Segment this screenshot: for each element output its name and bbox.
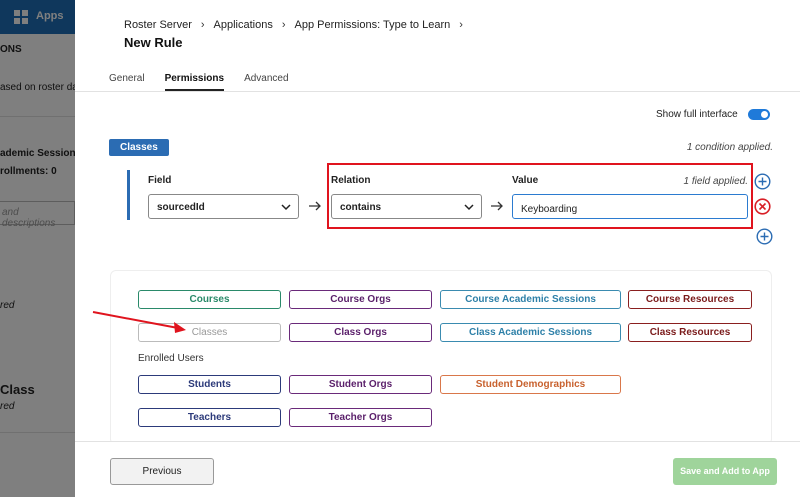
resource-chip-course-resources[interactable]: Course Resources (628, 290, 752, 309)
chip-label: Class Resources (649, 327, 731, 338)
breadcrumb: Roster Server › Applications › App Permi… (124, 19, 472, 31)
annotation-highlight-box (327, 163, 753, 229)
add-field-icon[interactable] (754, 173, 771, 190)
chip-label: Teacher Orgs (328, 412, 393, 423)
resource-chip-classes[interactable]: Classes (138, 323, 281, 342)
conditions-applied-text: 1 condition applied. (686, 142, 773, 153)
condition-group-badge[interactable]: Classes (109, 139, 169, 156)
chip-label: Class Academic Sessions (468, 327, 593, 338)
field-select[interactable]: sourcedId (148, 194, 299, 219)
show-full-interface-toggle[interactable] (747, 109, 770, 120)
chip-label: Student Orgs (328, 379, 393, 390)
resource-chip-course-orgs[interactable]: Course Orgs (289, 290, 432, 309)
chip-label: Course Academic Sessions (465, 294, 596, 305)
drawer-footer: Previous Save and Add to App (75, 441, 800, 497)
field-select-value: sourcedId (157, 202, 205, 213)
tab-permissions[interactable]: Permissions (164, 73, 225, 91)
new-rule-drawer: Roster Server › Applications › App Permi… (75, 0, 800, 497)
chip-label: Classes (191, 327, 228, 338)
chip-label: Course Orgs (330, 294, 391, 305)
chip-label: Teachers (187, 412, 232, 423)
breadcrumb-chevron-icon: › (200, 19, 205, 31)
chip-label: Students (188, 379, 231, 390)
chip-label: Course Resources (645, 294, 735, 305)
resource-chip-class-academic-sessions[interactable]: Class Academic Sessions (440, 323, 621, 342)
resource-type-panel: Courses Course Orgs Course Academic Sess… (110, 270, 772, 445)
chip-label: Student Demographics (475, 379, 586, 390)
condition-indent-bar (127, 170, 130, 220)
tab-advanced[interactable]: Advanced (244, 73, 288, 91)
resource-chip-class-resources[interactable]: Class Resources (628, 323, 752, 342)
arrow-right-icon (309, 201, 321, 211)
breadcrumb-chevron-icon: › (281, 19, 286, 31)
chip-label: Courses (189, 294, 230, 305)
resource-chip-students[interactable]: Students (138, 375, 281, 394)
tab-general[interactable]: General (109, 73, 145, 91)
save-and-add-button[interactable]: Save and Add to App (673, 458, 777, 485)
resource-chip-teacher-orgs[interactable]: Teacher Orgs (289, 408, 432, 427)
chevron-down-icon (281, 204, 291, 211)
chip-label: Class Orgs (334, 327, 387, 338)
resource-chip-course-academic-sessions[interactable]: Course Academic Sessions (440, 290, 621, 309)
resource-chip-courses[interactable]: Courses (138, 290, 281, 309)
resource-chip-student-demographics[interactable]: Student Demographics (440, 375, 621, 394)
resource-chip-student-orgs[interactable]: Student Orgs (289, 375, 432, 394)
resource-chip-class-orgs[interactable]: Class Orgs (289, 323, 432, 342)
breadcrumb-item[interactable]: Applications (214, 19, 273, 31)
add-condition-icon[interactable] (756, 228, 773, 245)
field-label: Field (148, 175, 172, 186)
page-title: New Rule (124, 35, 183, 50)
show-full-interface-toggle-row: Show full interface (656, 109, 770, 120)
tab-bar: General Permissions Advanced (109, 73, 309, 91)
breadcrumb-chevron-icon: › (459, 19, 463, 31)
breadcrumb-item[interactable]: App Permissions: Type to Learn (295, 19, 451, 31)
resource-chip-teachers[interactable]: Teachers (138, 408, 281, 427)
enrolled-users-label: Enrolled Users (138, 353, 204, 364)
breadcrumb-item[interactable]: Roster Server (124, 19, 192, 31)
previous-button[interactable]: Previous (110, 458, 214, 485)
drawer-header: Roster Server › Applications › App Permi… (75, 0, 800, 92)
toggle-label: Show full interface (656, 109, 738, 120)
remove-condition-icon[interactable] (754, 198, 771, 215)
